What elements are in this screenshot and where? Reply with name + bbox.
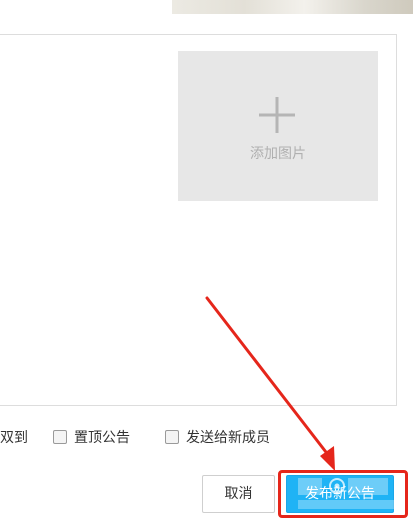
top-strip [0, 0, 413, 14]
send-new-members-label[interactable]: 发送给新成员 [186, 428, 270, 448]
header-photo [172, 0, 413, 14]
pin-notice-label[interactable]: 置顶公告 [74, 428, 130, 448]
send-new-members-checkbox[interactable] [165, 430, 179, 444]
add-image-label: 添加图片 [250, 146, 306, 162]
cancel-button[interactable]: 取消 [202, 475, 275, 513]
plus-icon [259, 97, 295, 133]
pin-notice-checkbox[interactable] [53, 430, 67, 444]
add-image-button[interactable]: 添加图片 [178, 51, 378, 201]
annotation-highlight-box [278, 470, 408, 518]
option-partial-label: 双到 [0, 430, 28, 446]
